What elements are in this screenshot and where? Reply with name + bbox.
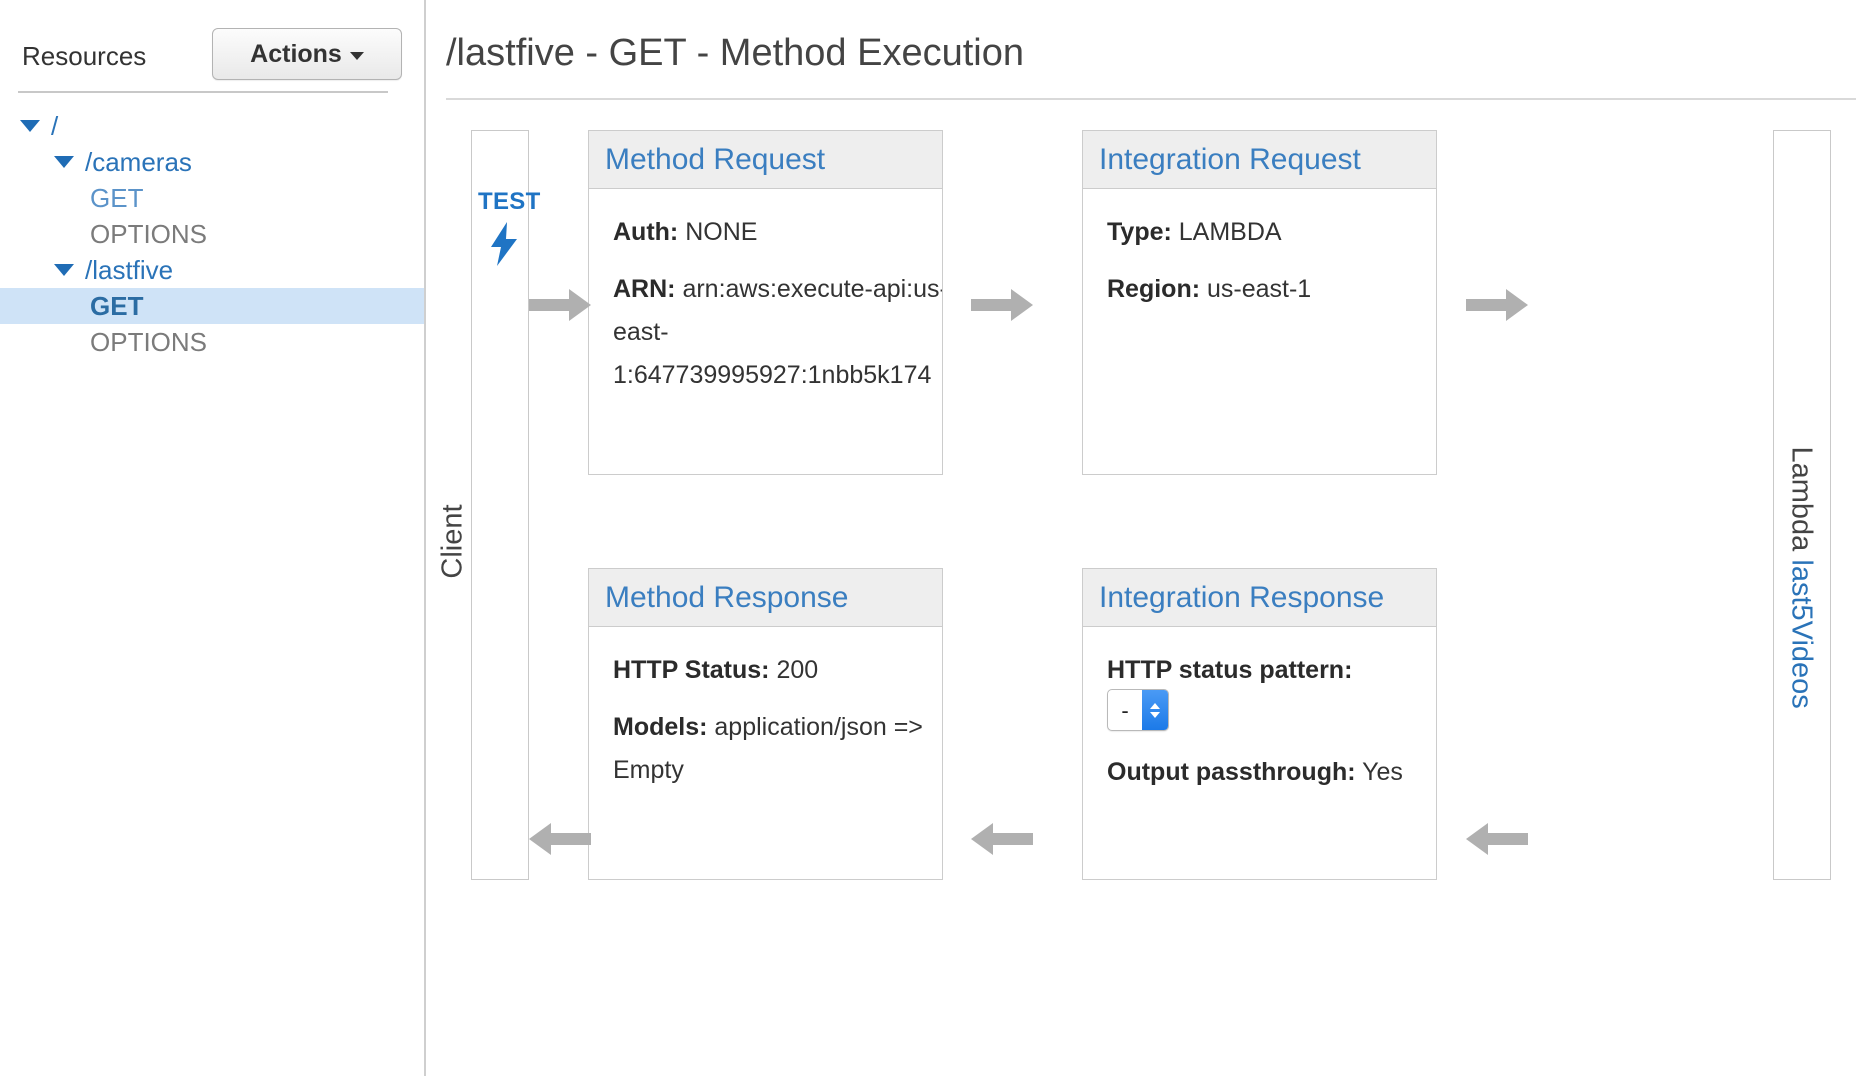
actions-button-label: Actions [250,39,342,68]
integration-response-header[interactable]: Integration Response [1083,569,1436,627]
tree-item-options[interactable]: OPTIONS [0,216,424,252]
lambda-label: Lambda last5Videos [1785,446,1818,709]
type-label: Type: [1107,218,1172,246]
integration-response-box[interactable]: Integration Response HTTP status pattern… [1082,568,1437,880]
method-response-box[interactable]: Method Response HTTP Status: 200 Models:… [588,568,943,880]
output-passthrough-label: Output passthrough: [1107,758,1356,787]
sidebar-header: Resources Actions [0,10,424,80]
method-response-body: HTTP Status: 200 Models: application/jso… [589,627,942,792]
method-request-header[interactable]: Method Request [589,131,942,189]
api-gateway-method-execution-screen: Resources Actions / /cameras GET OPTIONS/la… [0,0,1860,1076]
method-request-box[interactable]: Method Request Auth: NONE ARN: arn:aws:e… [588,130,943,475]
http-status-value: 200 [776,656,819,684]
method-response-title: Method Response [605,580,849,614]
actions-button[interactable]: Actions [212,28,402,80]
http-status-pattern-row: HTTP status pattern: [1107,649,1436,692]
tree-item-label: /lastfive [85,255,174,285]
auth-value: NONE [685,218,758,246]
lambda-function-link[interactable]: last5Videos [1786,559,1818,708]
tree-item-label: OPTIONS [90,219,208,249]
tree-item-label: /cameras [85,147,192,177]
integration-request-title: Integration Request [1099,142,1361,176]
chevron-down-icon [349,52,364,60]
integration-request-body: Type: LAMBDA Region: us-east-1 [1083,189,1436,311]
integration-request-box[interactable]: Integration Request Type: LAMBDA Region:… [1082,130,1437,475]
http-status-label: HTTP Status: [613,656,770,684]
integration-response-body: HTTP status pattern: - Output passthroug [1083,627,1436,794]
method-response-header[interactable]: Method Response [589,569,942,627]
arrow-client-to-method-request [529,288,591,322]
method-request-title: Method Request [605,142,826,176]
integration-type-row: Type: LAMBDA [1107,211,1436,254]
http-status-pattern-label: HTTP status pattern: [1107,656,1353,684]
tree-item-[interactable]: / [0,108,424,144]
arn-label: ARN: [613,275,676,303]
method-execution-panel: /lastfive - GET - Method Execution TEST … [426,0,1860,1076]
http-status-pattern-select[interactable]: - [1107,689,1169,732]
output-passthrough-value: Yes [1362,758,1403,787]
arrow-integration-request-to-lambda [1466,288,1528,322]
tree-item-label: GET [90,183,144,213]
integration-response-title: Integration Response [1099,580,1385,614]
chevron-up-icon [1150,702,1160,709]
test-link[interactable]: TEST [478,188,541,216]
tree-item-label: OPTIONS [90,327,208,357]
output-passthrough-row: Output passthrough: Yes [1107,751,1436,794]
resources-title: Resources [22,41,147,71]
client-label: Client [436,504,469,579]
expand-triangle-icon[interactable] [54,264,74,276]
tree-item-label: / [51,111,59,141]
resources-sidebar: Resources Actions / /cameras GET OPTIONS/la… [0,0,424,1076]
integration-region-row: Region: us-east-1 [1107,268,1436,311]
region-value: us-east-1 [1207,275,1312,303]
resource-tree: / /cameras GET OPTIONS/lastfive GET OPTIONS [0,108,424,360]
tree-item-options[interactable]: OPTIONS [0,324,424,360]
auth-label: Auth: [613,218,679,246]
method-execution-diagram: TEST Client Lambda last5Videos Method Re… [426,0,1860,1076]
method-response-status-row: HTTP Status: 200 [613,649,942,692]
tree-item-label: GET [90,291,144,321]
arrow-integration-response-to-method-response [971,822,1033,856]
http-status-pattern-control-row: - [1107,688,1436,732]
method-request-auth-row: Auth: NONE [613,211,942,254]
region-label: Region: [1107,275,1201,303]
arrow-method-request-to-integration-request [971,288,1033,322]
lambda-kind-text: Lambda [1785,446,1818,552]
method-request-body: Auth: NONE ARN: arn:aws:execute-api:us-e… [589,189,942,397]
models-label: Models: [613,713,708,741]
expand-triangle-icon[interactable] [54,156,74,168]
tree-item-lastfive[interactable]: /lastfive [0,252,424,288]
tree-item-cameras[interactable]: /cameras [0,144,424,180]
method-request-arn-row: ARN: arn:aws:execute-api:us-east-1:64773… [613,268,942,397]
http-status-pattern-value: - [1121,697,1129,723]
integration-request-header[interactable]: Integration Request [1083,131,1436,189]
expand-triangle-icon[interactable] [20,120,40,132]
method-response-models-row: Models: application/json => Empty [613,706,942,792]
chevron-down-icon [1150,711,1160,718]
lightning-bolt-icon[interactable] [487,222,521,266]
stepper-arrows-icon[interactable] [1142,690,1168,731]
type-value: LAMBDA [1178,218,1282,246]
arrow-method-response-to-client [529,822,591,856]
arrow-lambda-to-integration-response [1466,822,1528,856]
tree-item-get[interactable]: GET [0,180,424,216]
tree-item-get[interactable]: GET [0,288,424,324]
sidebar-divider [18,91,388,93]
